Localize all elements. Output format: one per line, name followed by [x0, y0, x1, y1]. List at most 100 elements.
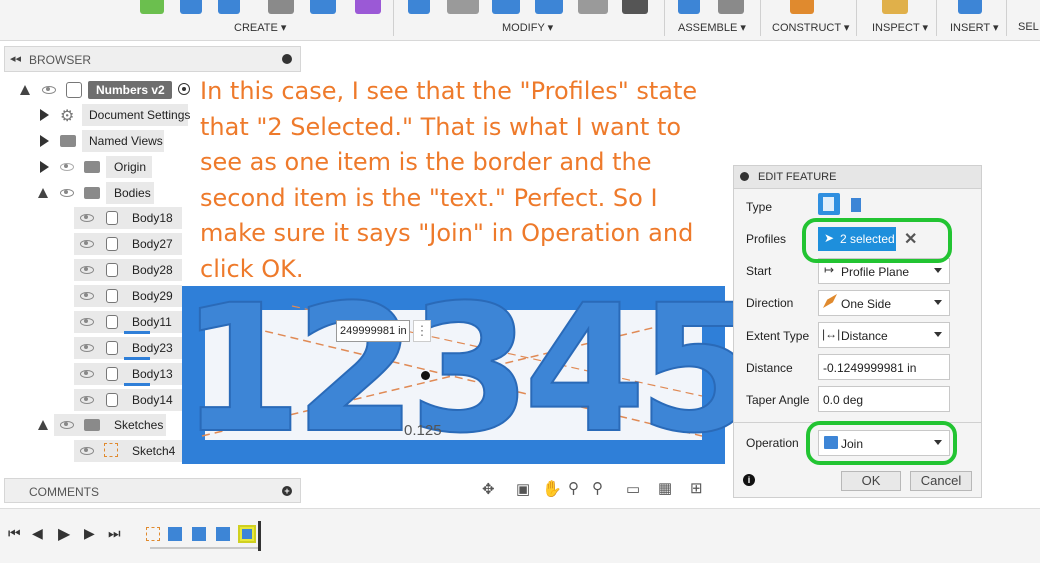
extent-type-dropdown[interactable]: |↔| Distance [818, 322, 950, 348]
visibility-eye-icon[interactable] [80, 292, 94, 300]
modify-menu[interactable]: MODIFY ▾ [502, 21, 553, 34]
collapse-arrows-icon[interactable]: ◂◂ [10, 52, 21, 65]
fillet-icon[interactable] [447, 0, 479, 14]
expand-triangle-icon[interactable] [40, 109, 49, 121]
hidden-eye-icon[interactable] [60, 163, 74, 171]
browser-root-row[interactable]: Numbers v2 [18, 79, 198, 101]
look-at-icon[interactable]: ▣ [516, 480, 530, 498]
box-icon[interactable] [218, 0, 240, 14]
timeline-track [150, 547, 258, 549]
play-icon[interactable]: ▶ [58, 524, 70, 544]
create-menu[interactable]: CREATE ▾ [234, 21, 286, 34]
construct-menu[interactable]: CONSTRUCT ▾ [772, 21, 849, 34]
zoom-window-icon[interactable]: ⚲ [592, 479, 603, 497]
extrude-icon[interactable] [180, 0, 202, 14]
body-row[interactable]: Body13 [74, 363, 184, 386]
revolve-icon[interactable] [268, 0, 294, 14]
select-menu[interactable]: SEL [1018, 21, 1039, 33]
expand-triangle-icon[interactable] [40, 161, 49, 173]
activate-radio-icon[interactable] [178, 83, 190, 95]
expand-triangle-icon[interactable] [20, 85, 30, 95]
zoom-icon[interactable]: ⚲ [568, 479, 579, 497]
distance-input-readout[interactable]: 249999981 in [336, 320, 410, 342]
browser-item-named-views[interactable]: Named Views [36, 130, 196, 152]
chamfer-icon[interactable] [492, 0, 520, 14]
readout-more-icon[interactable]: ⋮ [413, 320, 431, 342]
browser-item-document-settings[interactable]: ⚙ Document Settings [36, 104, 196, 126]
go-to-start-icon[interactable]: ⏮ [8, 525, 21, 542]
pattern-icon[interactable] [310, 0, 336, 14]
visibility-eye-icon[interactable] [80, 240, 94, 248]
timeline-extrude-icon[interactable] [168, 527, 182, 541]
assemble-menu[interactable]: ASSEMBLE ▾ [678, 21, 746, 34]
body-row[interactable]: Body28 [74, 259, 184, 281]
press-pull-icon[interactable] [408, 0, 430, 14]
timeline-extrude-icon[interactable] [216, 527, 230, 541]
as-built-joint-icon[interactable] [718, 0, 744, 14]
pan-icon[interactable]: ✋ [542, 479, 562, 499]
insert-menu[interactable]: INSERT ▾ [950, 21, 999, 34]
body-row[interactable]: Body29 [74, 285, 184, 307]
collapse-triangle-icon[interactable] [38, 420, 48, 430]
body-row[interactable]: Body23 [74, 337, 184, 360]
browser-item-origin[interactable]: Origin [36, 156, 196, 178]
timeline-extrude-icon[interactable] [192, 527, 206, 541]
visibility-eye-icon[interactable] [80, 318, 94, 326]
body-row[interactable]: Body27 [74, 233, 184, 255]
taper-angle-label: Taper Angle [746, 393, 810, 407]
timeline-marker[interactable] [258, 521, 261, 551]
step-back-icon[interactable]: ◀ [32, 525, 43, 542]
display-settings-icon[interactable]: ▭ [626, 480, 640, 498]
viewports-icon[interactable]: ⊞ [690, 479, 703, 497]
body-row[interactable]: Body18 [74, 207, 184, 229]
joint-icon[interactable] [678, 0, 700, 14]
root-component-label[interactable]: Numbers v2 [88, 81, 172, 99]
browser-header[interactable]: ◂◂ BROWSER [4, 46, 301, 72]
sketch-row[interactable]: Sketch4 [74, 440, 184, 462]
form-icon[interactable] [355, 0, 381, 14]
move-icon[interactable] [622, 0, 648, 14]
visibility-eye-icon[interactable] [80, 344, 94, 352]
body-row[interactable]: Body14 [74, 389, 184, 411]
center-point[interactable] [421, 371, 430, 380]
add-comment-icon[interactable]: + [282, 486, 292, 496]
measure-icon[interactable] [882, 0, 908, 14]
insert-image-icon[interactable] [958, 0, 982, 14]
direction-dropdown[interactable]: One Side [818, 290, 950, 316]
collapse-triangle-icon[interactable] [38, 188, 48, 198]
visibility-eye-icon[interactable] [80, 370, 94, 378]
body-row[interactable]: Body11 [74, 311, 184, 334]
grid-settings-icon[interactable]: ▦ [658, 479, 672, 497]
expand-triangle-icon[interactable] [40, 135, 49, 147]
visibility-eye-icon[interactable] [80, 396, 94, 404]
cancel-button[interactable]: Cancel [910, 471, 972, 491]
shell-icon[interactable] [535, 0, 563, 14]
offset-plane-icon[interactable] [790, 0, 814, 14]
type-solid-button[interactable] [818, 193, 840, 215]
browser-item-sketches[interactable]: Sketches [36, 414, 196, 436]
visibility-eye-icon[interactable] [60, 421, 74, 429]
scale-icon[interactable] [578, 0, 608, 14]
browser-options-icon[interactable] [282, 54, 292, 64]
distance-input[interactable]: -0.1249999981 in [818, 354, 950, 380]
orbit-icon[interactable]: ✥ [482, 480, 495, 498]
ok-button[interactable]: OK [841, 471, 901, 491]
type-thin-extrude-button[interactable] [848, 195, 868, 215]
component-icon [66, 82, 82, 98]
visibility-eye-icon[interactable] [42, 86, 56, 94]
step-forward-icon[interactable]: ▶ [84, 525, 95, 542]
browser-item-bodies[interactable]: Bodies [36, 182, 196, 204]
info-icon[interactable]: i [743, 474, 755, 486]
visibility-eye-icon[interactable] [80, 447, 94, 455]
inspect-menu[interactable]: INSPECT ▾ [872, 21, 928, 34]
sketch-icon[interactable] [140, 0, 164, 14]
visibility-eye-icon[interactable] [60, 189, 74, 197]
timeline-sketch-icon[interactable] [146, 527, 160, 541]
visibility-eye-icon[interactable] [80, 214, 94, 222]
taper-angle-input[interactable]: 0.0 deg [818, 386, 950, 412]
collapse-dot-icon[interactable] [740, 172, 749, 181]
comments-panel-header[interactable]: COMMENTS + [4, 478, 301, 503]
timeline-extrude-active-icon[interactable] [238, 525, 256, 543]
go-to-end-icon[interactable]: ⏭ [108, 525, 121, 542]
visibility-eye-icon[interactable] [80, 266, 94, 274]
